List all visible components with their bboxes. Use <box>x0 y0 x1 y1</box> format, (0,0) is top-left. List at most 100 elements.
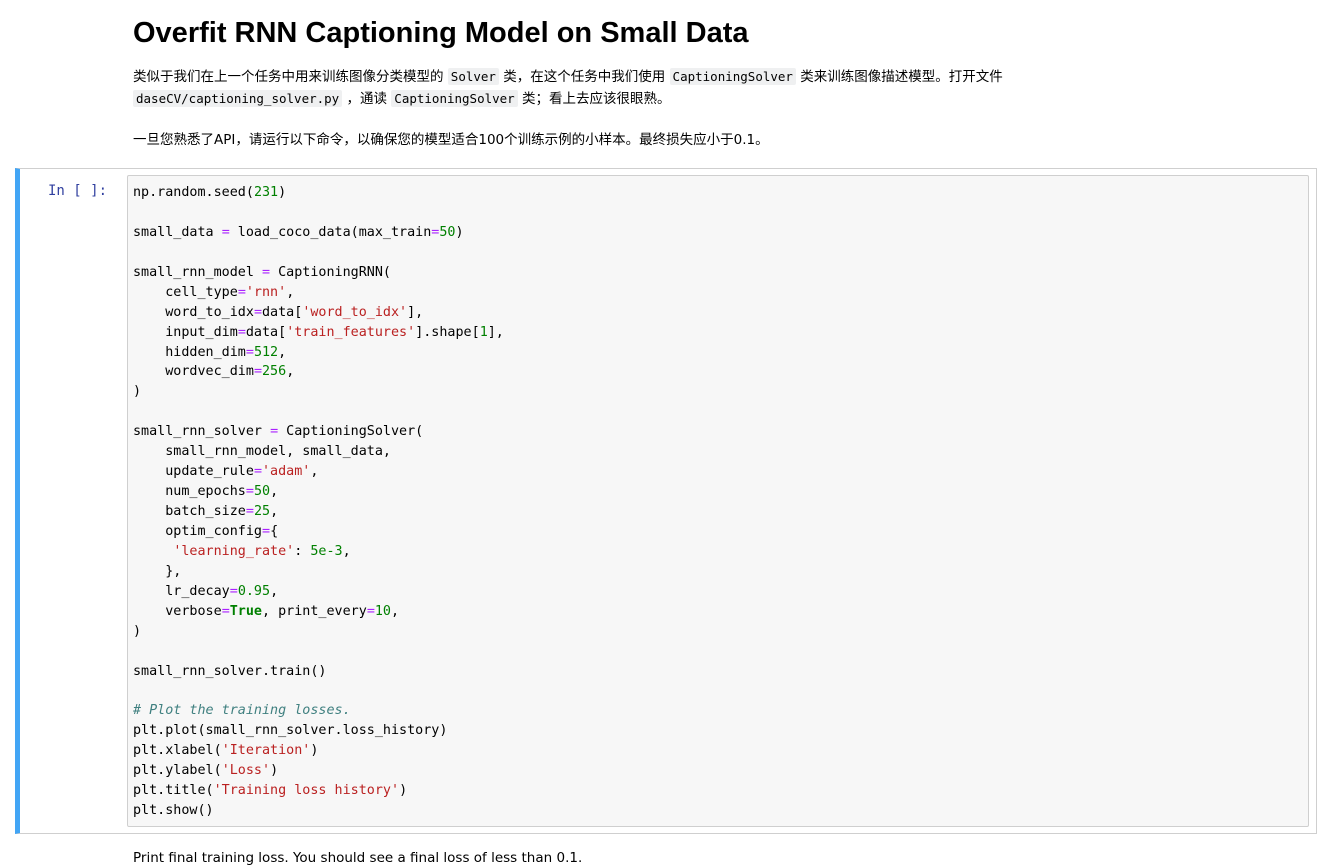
code-token: , <box>310 464 319 480</box>
code-line: ​ <box>133 402 504 422</box>
code-token: 'Training loss history' <box>213 783 400 799</box>
code-token: = <box>245 344 254 360</box>
code-token: , <box>278 344 287 360</box>
code-line: optim_config={ <box>133 522 504 542</box>
markdown-cell: Overfit RNN Captioning Model on Small Da… <box>133 16 1233 50</box>
code-token: plt.title( <box>133 783 214 799</box>
code-editor[interactable]: np.random.seed(231) ​ small_data = load_co… <box>127 175 1309 827</box>
code-token: { <box>270 523 279 539</box>
code-token: 'Iteration' <box>221 743 311 759</box>
code-token: 1 <box>479 324 488 340</box>
code-token: plt.xlabel( <box>133 743 222 759</box>
code-line: update_rule='adam', <box>133 462 504 482</box>
code-token: num_epochs <box>133 484 246 500</box>
code-token: # Plot the training losses. <box>133 703 351 719</box>
code-line: input_dim=data['train_features'].shape[1… <box>133 323 504 343</box>
code-token: batch_size <box>133 504 246 519</box>
code-line: plt.ylabel('Loss') <box>133 761 504 781</box>
code-token: word_to_idx <box>133 304 254 320</box>
intro-paragraph: 类似于我们在上一个任务中用来训练图像分类模型的 Solver 类，在这个任务中我… <box>133 66 1233 110</box>
code-token: 512 <box>253 344 279 360</box>
code-line: plt.xlabel('Iteration') <box>133 741 504 761</box>
text-span: 类，在这个任务中我们使用 <box>498 69 670 85</box>
code-token: 0.95 <box>237 583 271 599</box>
code-token: ) <box>310 743 319 759</box>
code-token: optim_config <box>133 523 262 539</box>
code-line: word_to_idx=data['word_to_idx'], <box>133 303 504 323</box>
code-token: 'adam' <box>262 464 311 480</box>
code-token: CaptioningSolver( <box>278 424 424 440</box>
code-line: cell_type='rnn', <box>133 283 504 303</box>
code-token: , <box>342 543 351 559</box>
code-token: : <box>294 543 311 559</box>
code-line: small_rnn_solver.train() <box>133 662 504 682</box>
code-line: small_rnn_model, small_data, <box>133 442 504 462</box>
code-token: = <box>366 603 375 619</box>
code-line: lr_decay=0.95, <box>133 582 504 602</box>
code-token: = <box>237 284 246 300</box>
code-token: ) <box>455 224 464 240</box>
code-token: = <box>229 583 238 599</box>
code-token: 5e-3 <box>310 543 343 559</box>
code-token: 'word_to_idx' <box>302 304 408 320</box>
code-token: small_rnn_model <box>133 264 262 280</box>
code-line: plt.title('Training loss history') <box>133 781 504 801</box>
code-token: plt.show() <box>133 803 214 819</box>
code-line: ​ <box>133 681 504 701</box>
code-token: plt.ylabel( <box>133 763 222 779</box>
code-token: ].shape[ <box>415 324 480 340</box>
code-token: = <box>221 603 230 619</box>
text-span: ，通读 <box>342 91 392 107</box>
code-token: 10 <box>374 603 391 619</box>
inline-code-captioningsolver: CaptioningSolver <box>669 68 796 85</box>
text-span: 类来训练图像描述模型。打开文件 <box>795 69 1003 85</box>
code-token: ], <box>487 324 504 340</box>
code-token: CaptioningRNN( <box>270 264 391 280</box>
code-token: small_rnn_model, small_data, <box>133 444 391 460</box>
code-token: = <box>253 464 262 480</box>
code-token: = <box>253 304 262 320</box>
code-token: , print_every <box>262 603 367 619</box>
code-token: = <box>245 484 254 500</box>
code-token: ) <box>399 783 408 799</box>
instruction-text: 一旦您熟悉了API，请运行以下命令，以确保您的模型适合100个训练示例的小样本。… <box>133 132 769 148</box>
code-line: hidden_dim=512, <box>133 343 504 363</box>
code-token: wordvec_dim <box>133 364 254 380</box>
text-span: 类似于我们在上一个任务中用来训练图像分类模型的 <box>133 69 448 85</box>
code-line: plt.plot(small_rnn_solver.loss_history) <box>133 721 504 741</box>
code-token: 'learning_rate' <box>173 543 295 559</box>
code-line: small_rnn_model = CaptioningRNN( <box>133 263 504 283</box>
code-token: small_rnn_solver <box>133 424 271 440</box>
code-token: = <box>245 504 254 519</box>
code-token: plt.plot(small_rnn_solver.loss_history) <box>133 723 448 739</box>
code-line: plt.show() <box>133 801 504 821</box>
code-token: True <box>229 603 262 619</box>
code-line: batch_size=25, <box>133 502 504 522</box>
code-line: verbose=True, print_every=10, <box>133 602 504 622</box>
code-token: ) <box>278 185 287 200</box>
code-block[interactable]: np.random.seed(231) ​ small_data = load_co… <box>133 183 504 821</box>
code-line: small_data = load_coco_data(max_train=50… <box>133 223 504 243</box>
code-token: ) <box>133 384 142 400</box>
code-token: = <box>237 324 246 340</box>
code-token: verbose <box>133 603 222 619</box>
input-prompt: In [ ]: <box>48 183 108 199</box>
code-line: }, <box>133 562 504 582</box>
code-token: hidden_dim <box>133 344 246 360</box>
instruction-paragraph: 一旦您熟悉了API，请运行以下命令，以确保您的模型适合100个训练示例的小样本。… <box>133 129 1233 151</box>
code-token: = <box>253 364 262 380</box>
code-token: ) <box>133 623 142 639</box>
code-token: 256 <box>262 364 287 380</box>
code-line: np.random.seed(231) <box>133 183 504 203</box>
code-token: = <box>262 264 271 280</box>
code-token: 25 <box>253 504 271 519</box>
code-cell[interactable]: In [ ]: np.random.seed(231) ​ small_data =… <box>15 168 1317 834</box>
code-token: 'rnn' <box>245 284 287 300</box>
code-line: wordvec_dim=256, <box>133 362 504 382</box>
code-token: 231 <box>253 185 279 200</box>
code-token: ) <box>270 763 279 779</box>
code-token: = <box>262 523 271 539</box>
code-token: cell_type <box>133 284 238 300</box>
code-line: ) <box>133 382 504 402</box>
